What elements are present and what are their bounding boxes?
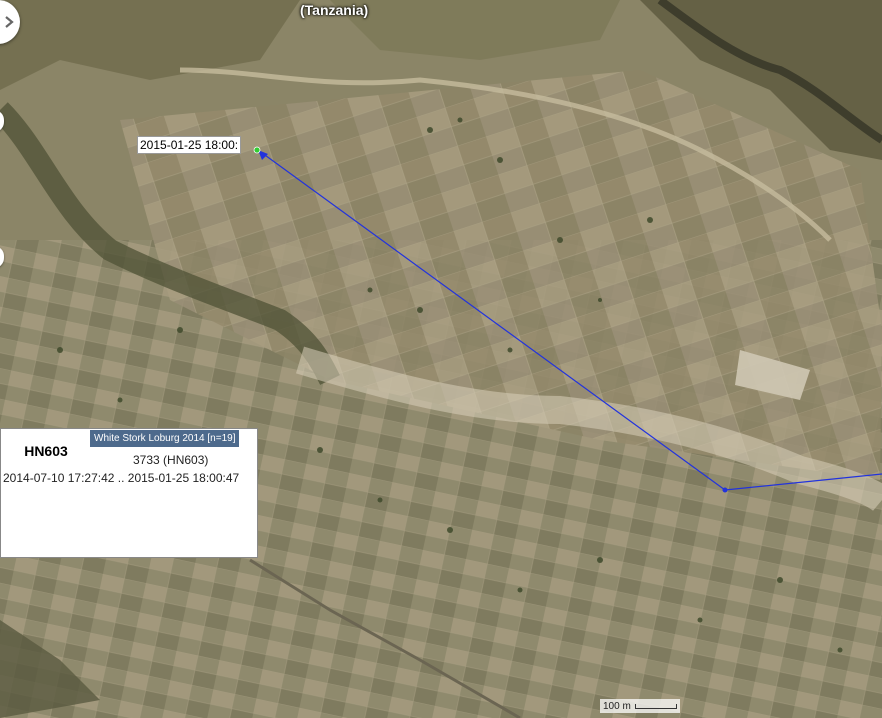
timestamp-label: 2015-01-25 18:00: <box>137 136 242 154</box>
region-label: (Tanzania) <box>300 2 369 18</box>
scale-label: 100 m <box>603 700 631 712</box>
scale-bar-graphic <box>634 703 677 709</box>
info-panel: White Stork Loburg 2014 [n=19] HN603 373… <box>0 428 258 558</box>
individual-title: HN603 <box>24 443 68 459</box>
satellite-map[interactable] <box>0 0 882 718</box>
date-range: 2014-07-10 17:27:42 .. 2015-01-25 18:00:… <box>3 471 240 485</box>
track-point-marker[interactable] <box>722 487 728 493</box>
scale-bar: 100 m <box>600 699 680 713</box>
chevron-right-icon <box>5 16 14 28</box>
track-start-marker[interactable] <box>253 146 261 154</box>
individual-id: 3733 (HN603) <box>133 453 209 467</box>
study-badge[interactable]: White Stork Loburg 2014 [n=19] <box>90 430 240 447</box>
